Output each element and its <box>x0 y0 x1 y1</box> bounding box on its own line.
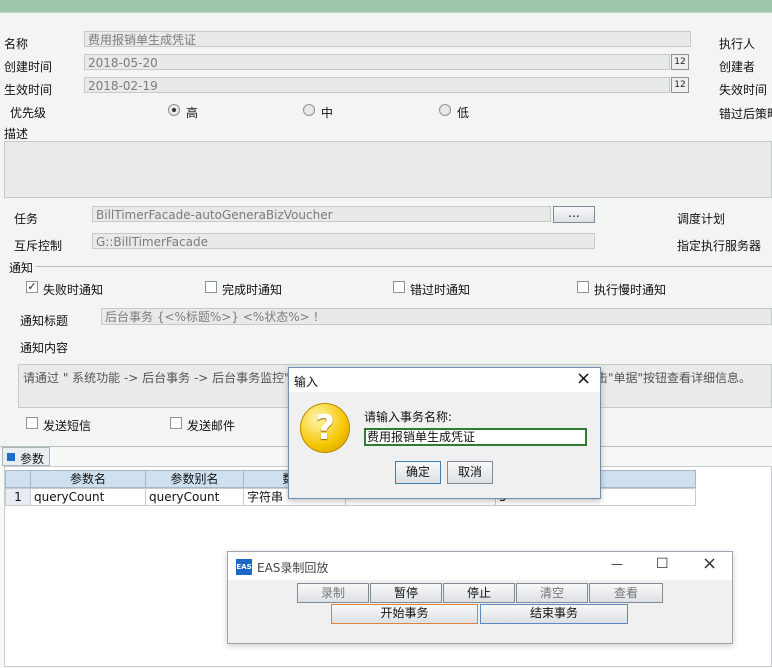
notify-group-label: 通知 <box>9 261 34 275</box>
fail-notify-label: 失败时通知 <box>43 283 104 297</box>
end-transaction-button[interactable]: 结束事务 <box>480 604 628 624</box>
stop-button[interactable]: 停止 <box>443 583 515 603</box>
cancel-button[interactable]: 取消 <box>447 461 493 484</box>
mutex-label: 互斥控制 <box>14 239 63 253</box>
schedule-label: 调度计划 <box>677 212 726 226</box>
missed-notify-checkbox[interactable] <box>393 281 405 293</box>
minimize-icon[interactable]: — <box>611 557 623 571</box>
params-tab-icon <box>7 453 15 461</box>
ok-button[interactable]: 确定 <box>395 461 441 484</box>
exec-server-label: 指定执行服务器 <box>677 239 762 253</box>
dialog-prompt: 请输入事务名称: <box>364 410 453 424</box>
calendar-icon[interactable]: 12 <box>671 54 689 70</box>
priority-high-label: 高 <box>186 106 199 120</box>
created-label: 创建时间 <box>4 60 53 74</box>
priority-low-label: 低 <box>457 106 470 120</box>
slow-notify-label: 执行慢时通知 <box>594 283 667 297</box>
effective-field[interactable]: 2018-02-19 <box>84 77 670 93</box>
notify-title-field[interactable]: 后台事务 {<%标题%>} <%状态%> ! <box>101 308 772 325</box>
sms-checkbox[interactable] <box>26 417 38 429</box>
input-dialog: 输入 × ? 请输入事务名称: 费用报销单生成凭证 确定 取消 <box>288 367 601 499</box>
expire-label: 失效时间 <box>719 83 768 97</box>
grid-corner <box>5 470 31 488</box>
top-strip <box>0 0 772 13</box>
record-button[interactable]: 录制 <box>297 583 369 603</box>
priority-high-radio[interactable] <box>168 104 180 116</box>
col-param-alias[interactable]: 参数别名 <box>145 470 244 488</box>
fail-notify-checkbox[interactable]: ✓ <box>26 281 38 293</box>
dialog-titlebar <box>289 368 600 392</box>
dialog-title: 输入 <box>294 375 319 389</box>
task-browse-button[interactable]: ... <box>553 206 595 223</box>
cell-param-name[interactable]: queryCount <box>30 488 146 506</box>
row-index: 1 <box>5 488 31 506</box>
view-button[interactable]: 查看 <box>589 583 663 603</box>
missed-notify-label: 错过时通知 <box>410 283 471 297</box>
tab-params[interactable]: 参数 <box>2 447 50 466</box>
task-field[interactable]: BillTimerFacade-autoGeneraBizVoucher <box>92 206 551 222</box>
eas-logo-icon: EAS <box>236 559 252 575</box>
task-label: 任务 <box>14 212 39 226</box>
pause-button[interactable]: 暂停 <box>370 583 442 603</box>
params-tab-label: 参数 <box>20 452 45 466</box>
missed-policy-label: 错过后策略 <box>719 107 772 121</box>
name-label: 名称 <box>4 37 29 51</box>
question-icon: ? <box>300 403 350 453</box>
done-notify-label: 完成时通知 <box>222 283 283 297</box>
priority-label: 优先级 <box>10 106 47 120</box>
notify-group-line <box>36 266 772 267</box>
desc-label: 描述 <box>4 127 29 141</box>
maximize-icon[interactable]: ☐ <box>656 556 669 572</box>
creator-label: 创建者 <box>719 60 756 74</box>
start-transaction-button[interactable]: 开始事务 <box>331 604 478 624</box>
executor-label: 执行人 <box>719 37 756 51</box>
close-icon[interactable]: × <box>576 368 591 389</box>
mail-checkbox[interactable] <box>170 417 182 429</box>
notify-content-text-tail: 击"单据"按钮查看详细信息。 <box>596 371 752 385</box>
notify-title-label: 通知标题 <box>20 314 69 328</box>
eas-window: EAS EAS录制回放 — ☐ × 录制 暂停 停止 清空 查看 开始事务 结束… <box>227 551 733 644</box>
task-name-input[interactable]: 费用报销单生成凭证 <box>364 428 587 446</box>
close-icon[interactable]: × <box>702 553 717 574</box>
created-field[interactable]: 2018-05-20 <box>84 54 670 70</box>
notify-content-label: 通知内容 <box>20 341 69 355</box>
calendar-icon[interactable]: 12 <box>671 77 689 93</box>
effective-label: 生效时间 <box>4 83 53 97</box>
cell-param-alias[interactable]: queryCount <box>145 488 244 506</box>
priority-mid-radio[interactable] <box>303 104 315 116</box>
done-notify-checkbox[interactable] <box>205 281 217 293</box>
priority-low-radio[interactable] <box>439 104 451 116</box>
notify-content-text: 请通过 " 系统功能 -> 后台事务 -> 后台事务监控" 查 <box>23 371 306 385</box>
priority-mid-label: 中 <box>321 106 334 120</box>
slow-notify-checkbox[interactable] <box>577 281 589 293</box>
eas-title: EAS录制回放 <box>257 561 329 575</box>
mail-label: 发送邮件 <box>187 419 236 433</box>
desc-textarea[interactable] <box>4 141 772 198</box>
name-field[interactable]: 费用报销单生成凭证 <box>84 31 691 47</box>
clear-button[interactable]: 清空 <box>516 583 588 603</box>
col-param-name[interactable]: 参数名 <box>30 470 146 488</box>
mutex-field[interactable]: G::BillTimerFacade <box>92 233 595 249</box>
sms-label: 发送短信 <box>43 419 92 433</box>
